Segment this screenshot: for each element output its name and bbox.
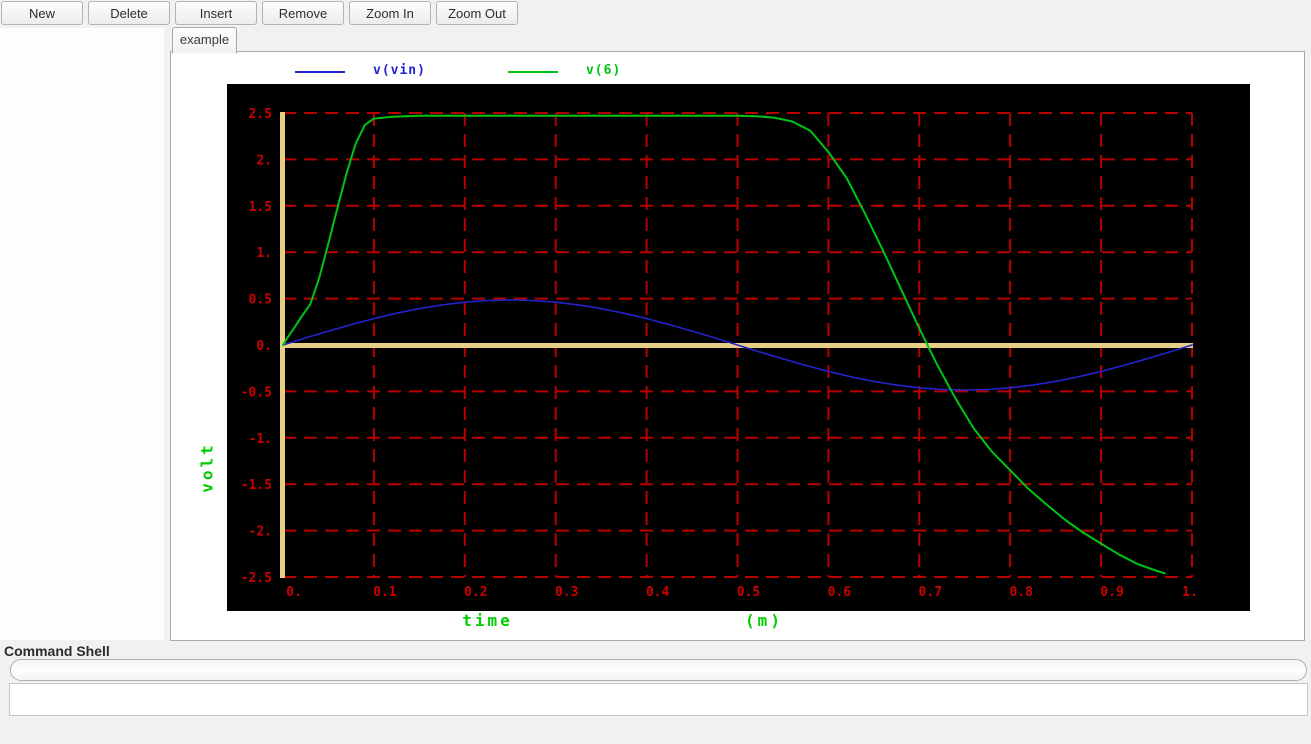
y-tick-label: 2.5 xyxy=(249,107,272,122)
y-tick-label: -1. xyxy=(249,432,272,447)
x-axis-title: time xyxy=(430,611,545,630)
x-tick-label: 0.8 xyxy=(1009,585,1033,600)
legend-line-swatch xyxy=(508,71,558,73)
x-tick-label: 0.3 xyxy=(555,585,578,600)
x-tick-label: 0.5 xyxy=(737,585,760,600)
plot-legend: v(vin) v(6) xyxy=(295,62,703,80)
y-axis-title: volt xyxy=(198,398,217,538)
x-tick-label: 0.2 xyxy=(464,585,487,600)
command-shell-output[interactable] xyxy=(9,683,1308,716)
x-axis-unit: (m) xyxy=(712,611,816,630)
y-tick-label: -1.5 xyxy=(241,478,272,493)
x-tick-label: 1. xyxy=(1182,585,1198,600)
y-tick-label: 2. xyxy=(256,153,272,168)
remove-button[interactable]: Remove xyxy=(262,1,344,25)
command-shell-input[interactable] xyxy=(10,659,1307,681)
toolbar: NewDeleteInsertRemoveZoom InZoom Out xyxy=(0,0,1311,27)
y-tick-label: 1. xyxy=(256,246,272,261)
command-shell-heading: Command Shell xyxy=(4,643,110,659)
legend-label: v(6) xyxy=(586,62,621,80)
delete-button[interactable]: Delete xyxy=(88,1,170,25)
insert-button[interactable]: Insert xyxy=(175,1,257,25)
legend-entry: v(vin) xyxy=(295,62,426,80)
legend-label: v(vin) xyxy=(373,62,426,80)
legend-entry: v(6) xyxy=(508,62,621,80)
y-tick-label: -2.5 xyxy=(241,571,272,586)
x-tick-label: 0. xyxy=(286,585,302,600)
y-tick-label: 0. xyxy=(256,339,272,354)
new-button[interactable]: New xyxy=(1,1,83,25)
x-tick-label: 0.6 xyxy=(828,585,852,600)
plot-list-panel xyxy=(0,28,164,640)
x-tick-label: 0.1 xyxy=(373,585,397,600)
application-window: NewDeleteInsertRemoveZoom InZoom Out exa… xyxy=(0,0,1311,744)
y-tick-label: 0.5 xyxy=(249,293,272,308)
waveform-plot[interactable]: 2.5 2. 1.5 1. 0.5 0. -0.5 -1. -1.5 -2. -2.5 0. 0.1 0.… xyxy=(227,84,1250,611)
tab-example[interactable]: example xyxy=(172,27,237,54)
y-tick-label: 1.5 xyxy=(249,200,272,215)
zoom-in-button[interactable]: Zoom In xyxy=(349,1,431,25)
y-tick-label: -0.5 xyxy=(241,385,272,400)
x-tick-label: 0.9 xyxy=(1100,585,1123,600)
legend-line-swatch xyxy=(295,71,345,73)
zoom-out-button[interactable]: Zoom Out xyxy=(436,1,518,25)
y-tick-label: -2. xyxy=(249,525,272,540)
x-tick-label: 0.4 xyxy=(646,585,670,600)
x-tick-label: 0.7 xyxy=(919,585,942,600)
